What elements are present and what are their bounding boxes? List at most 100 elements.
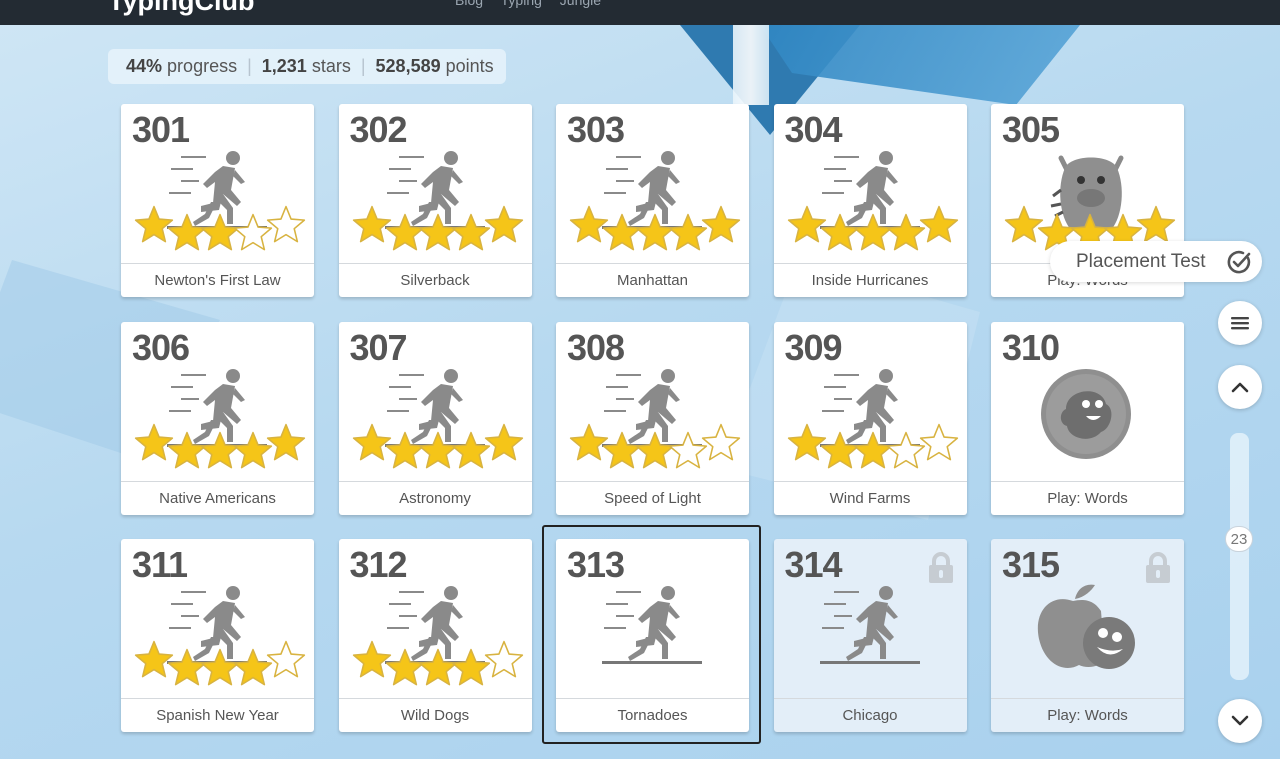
star-rating bbox=[787, 205, 958, 251]
lesson-card[interactable]: 312 Wild Dogs bbox=[338, 539, 532, 732]
star-filled-icon bbox=[668, 213, 708, 251]
lesson-number: 301 bbox=[132, 109, 190, 150]
star-filled-icon bbox=[451, 431, 490, 468]
star-filled-icon bbox=[602, 431, 642, 468]
lesson-card[interactable]: 301 Newton's First Law bbox=[121, 104, 314, 297]
star-filled-icon bbox=[385, 648, 424, 686]
lesson-title: Astronomy bbox=[338, 480, 532, 515]
lock-icon bbox=[1146, 552, 1170, 583]
star-filled-icon bbox=[352, 423, 391, 460]
progress-stats: 44% progress | 1,231 stars | 528,589 poi… bbox=[108, 49, 506, 84]
lesson-card[interactable]: 306 Native Americans bbox=[121, 321, 314, 515]
star-filled-icon bbox=[820, 213, 859, 251]
star-rating bbox=[352, 423, 523, 468]
stars-label: stars bbox=[311, 56, 351, 76]
star-rating bbox=[569, 205, 741, 251]
lesson-number: 313 bbox=[567, 544, 625, 585]
star-filled-icon bbox=[233, 431, 273, 468]
star-filled-icon bbox=[569, 205, 609, 243]
star-filled-icon bbox=[352, 205, 391, 243]
star-empty-icon bbox=[886, 431, 925, 468]
star-filled-icon bbox=[919, 205, 958, 243]
star-filled-icon bbox=[385, 213, 424, 251]
lesson-number: 314 bbox=[784, 544, 843, 585]
lesson-title: Manhattan bbox=[556, 263, 749, 297]
lesson-title: Spanish New Year bbox=[121, 698, 314, 732]
star-rating bbox=[352, 640, 523, 686]
star-filled-icon bbox=[418, 648, 457, 686]
lesson-title: Chicago bbox=[773, 698, 967, 732]
star-empty-icon bbox=[701, 423, 741, 460]
lesson-card[interactable]: 304 Inside Hurricanes bbox=[773, 104, 967, 297]
divider: | bbox=[247, 56, 252, 76]
star-filled-icon bbox=[1004, 205, 1044, 243]
apple-creature-icon bbox=[1037, 584, 1135, 669]
top-bar: TypingClub Blog Typing Jungle bbox=[0, 0, 1280, 25]
lesson-card[interactable]: 309 Wind Farms bbox=[773, 321, 967, 515]
star-filled-icon bbox=[167, 648, 207, 686]
lesson-title: Speed of Light bbox=[556, 480, 749, 515]
lesson-number: 302 bbox=[349, 109, 408, 150]
star-rating bbox=[134, 423, 306, 468]
star-filled-icon bbox=[266, 423, 306, 460]
menu-button[interactable] bbox=[1218, 301, 1262, 345]
star-filled-icon bbox=[853, 213, 892, 251]
lesson-card[interactable]: 308 Speed of Light bbox=[556, 321, 749, 515]
star-rating bbox=[134, 640, 306, 686]
star-filled-icon bbox=[602, 213, 642, 251]
star-filled-icon bbox=[853, 431, 892, 468]
app-logo[interactable]: TypingClub bbox=[108, 0, 254, 15]
star-filled-icon bbox=[484, 423, 523, 460]
lesson-number: 311 bbox=[132, 544, 188, 585]
star-empty-icon bbox=[919, 423, 958, 460]
star-empty-icon bbox=[266, 640, 306, 678]
lesson-number: 306 bbox=[132, 326, 190, 368]
star-filled-icon bbox=[233, 648, 273, 686]
lesson-number: 315 bbox=[1002, 544, 1060, 585]
lesson-card[interactable]: 303 Manhattan bbox=[556, 104, 749, 297]
progress-value: 44% bbox=[126, 56, 163, 76]
progress-label: progress bbox=[167, 56, 238, 76]
lesson-title: Wild Dogs bbox=[338, 698, 532, 732]
star-filled-icon bbox=[418, 431, 457, 468]
page-indicator[interactable]: 23 bbox=[1225, 526, 1253, 552]
star-filled-icon bbox=[167, 213, 207, 251]
placement-test-button[interactable]: Placement Test bbox=[1050, 241, 1262, 282]
runner-icon bbox=[602, 586, 702, 664]
lesson-title: Play: Words bbox=[991, 698, 1184, 732]
star-filled-icon bbox=[200, 431, 240, 468]
lesson-number: 312 bbox=[349, 544, 408, 585]
star-filled-icon bbox=[134, 640, 174, 678]
star-filled-icon bbox=[134, 423, 174, 460]
lesson-card[interactable]: 313 Tornadoes bbox=[556, 539, 749, 732]
lesson-card[interactable]: 314 Chicago bbox=[773, 539, 967, 732]
lesson-title: Newton's First Law bbox=[121, 263, 314, 297]
lesson-number: 303 bbox=[567, 109, 625, 150]
lesson-card[interactable]: 311 Spanish New Year bbox=[121, 539, 314, 732]
top-nav[interactable]: Blog Typing Jungle bbox=[455, 0, 601, 10]
chevron-up-icon bbox=[1231, 382, 1249, 393]
scroll-down-button[interactable] bbox=[1218, 699, 1262, 743]
lesson-card[interactable]: 310 Play: Words bbox=[991, 321, 1184, 515]
star-filled-icon bbox=[200, 648, 240, 686]
star-filled-icon bbox=[635, 431, 675, 468]
star-filled-icon bbox=[484, 205, 523, 243]
lesson-card[interactable]: 315 Play: Words bbox=[991, 539, 1184, 732]
star-filled-icon bbox=[167, 431, 207, 468]
lesson-card[interactable]: 302 Silverback bbox=[338, 104, 532, 297]
lesson-number: 310 bbox=[1002, 326, 1060, 368]
star-filled-icon bbox=[787, 423, 826, 460]
star-empty-icon bbox=[484, 640, 523, 678]
star-empty-icon bbox=[668, 431, 708, 468]
star-empty-icon bbox=[266, 205, 306, 243]
scrollbar-track[interactable] bbox=[1230, 433, 1249, 680]
star-filled-icon bbox=[701, 205, 741, 243]
star-filled-icon bbox=[820, 431, 859, 468]
lesson-title: Tornadoes bbox=[556, 698, 749, 732]
star-filled-icon bbox=[200, 213, 240, 251]
points-label: points bbox=[445, 56, 494, 76]
star-filled-icon bbox=[569, 423, 609, 460]
star-rating bbox=[787, 423, 958, 468]
lesson-card[interactable]: 307 Astronomy bbox=[338, 321, 532, 515]
scroll-up-button[interactable] bbox=[1218, 365, 1262, 409]
